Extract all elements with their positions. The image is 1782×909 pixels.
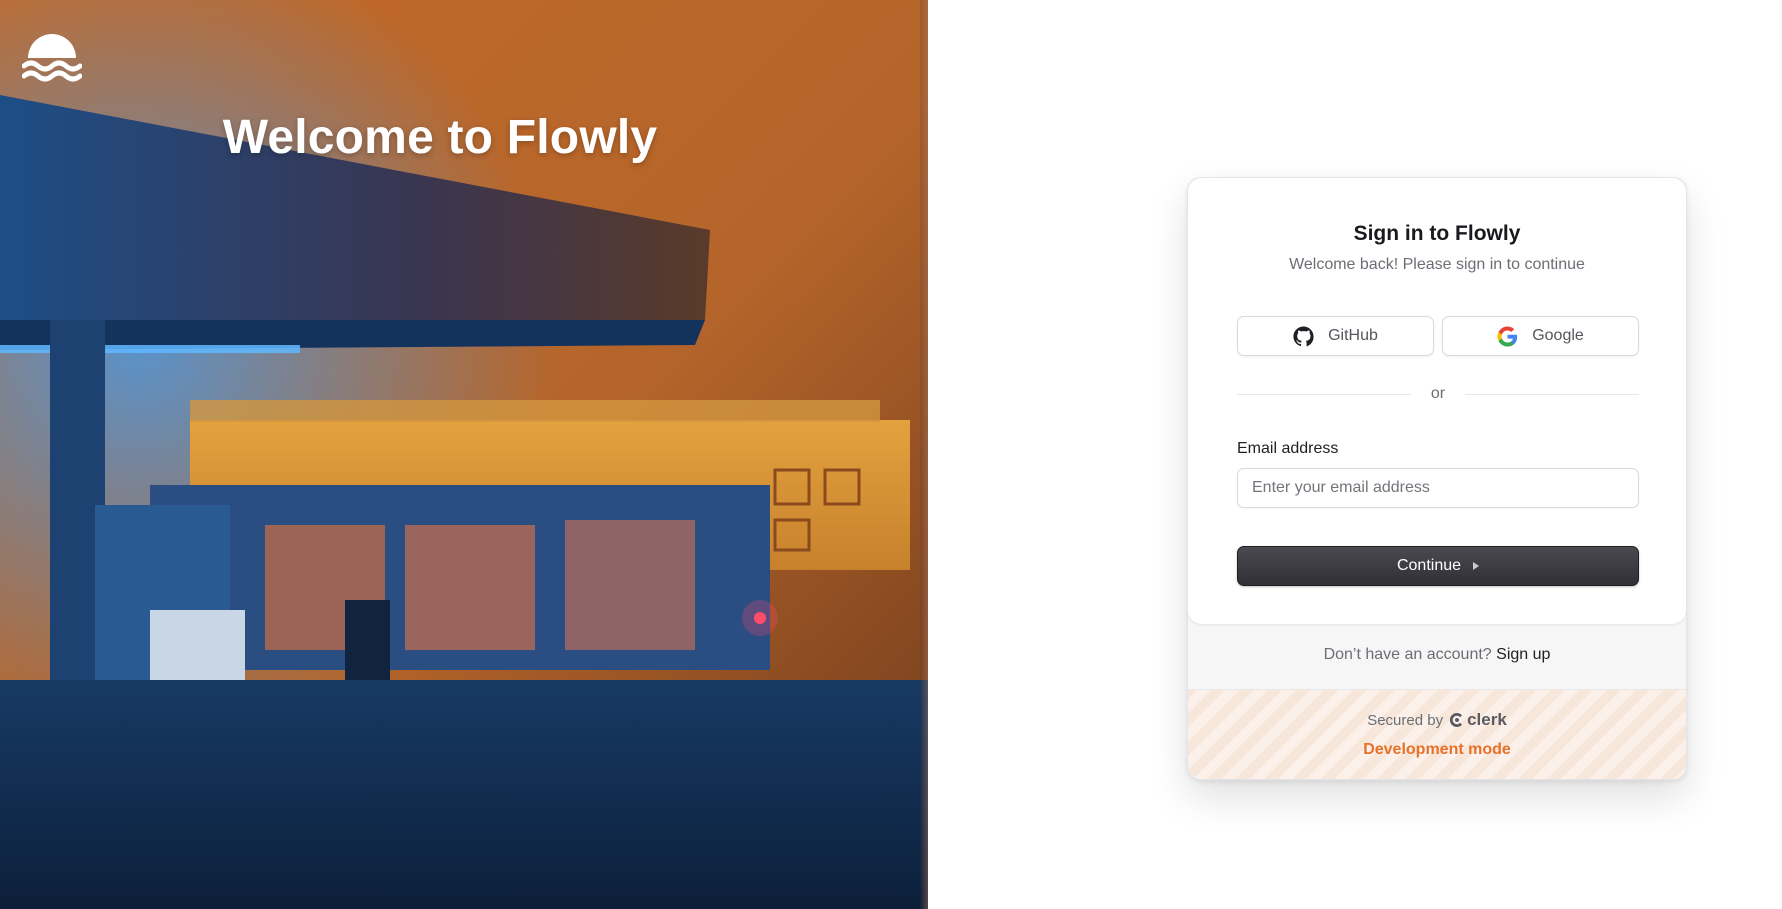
clerk-icon xyxy=(1449,713,1463,727)
waves-logo-icon xyxy=(22,34,82,82)
email-label: Email address xyxy=(1237,440,1339,457)
or-divider: or xyxy=(1237,384,1639,404)
google-icon xyxy=(1497,325,1518,347)
github-button[interactable]: GitHub xyxy=(1237,316,1434,356)
signup-prompt: Don’t have an account? xyxy=(1323,646,1492,663)
email-input[interactable] xyxy=(1237,468,1639,508)
continue-label: Continue xyxy=(1396,557,1462,574)
google-label: Google xyxy=(1532,327,1584,344)
triangle-right-icon xyxy=(1473,562,1480,570)
development-mode-label: Development mode xyxy=(1363,741,1511,758)
hero-title: Welcome to Flowly xyxy=(222,111,658,164)
secured-by-text: Secured by xyxy=(1367,711,1444,729)
secured-by-row: Secured by clerk xyxy=(1188,710,1686,730)
continue-button[interactable]: Continue xyxy=(1237,546,1639,586)
card-footer: Secured by clerk Development mode xyxy=(1188,689,1686,779)
google-button[interactable]: Google xyxy=(1442,316,1639,356)
card-title: Sign in to Flowly xyxy=(1353,222,1521,245)
card-subtitle: Welcome back! Please sign in to continue xyxy=(1289,256,1585,273)
sign-in-page: Welcome to Flowly Sign in to Flowly Welc… xyxy=(0,0,1782,909)
signup-row: Don’t have an account? Sign up xyxy=(1188,646,1686,664)
clerk-brand: clerk xyxy=(1467,710,1507,729)
github-icon xyxy=(1293,325,1314,346)
divider-line-right xyxy=(1465,394,1639,395)
clerk-logo[interactable]: clerk xyxy=(1449,710,1507,730)
github-label: GitHub xyxy=(1328,327,1378,344)
hero-edge xyxy=(920,0,928,909)
hero-panel: Welcome to Flowly xyxy=(0,0,928,909)
sign-in-form-panel: Sign in to Flowly Welcome back! Please s… xyxy=(1188,178,1686,624)
sign-in-card: Sign in to Flowly Welcome back! Please s… xyxy=(1187,177,1687,780)
sign-up-link[interactable]: Sign up xyxy=(1496,646,1550,663)
